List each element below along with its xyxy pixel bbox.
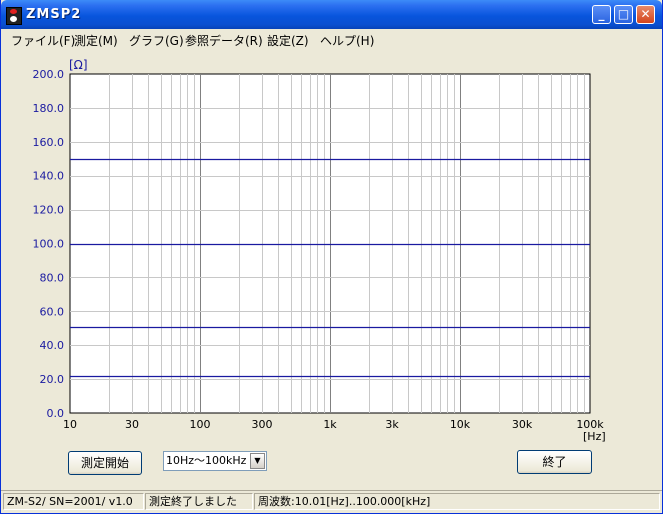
- x-tick-labels: 10 30 100 300 1k 3k 10k 30k 100k: [63, 418, 604, 431]
- x-tick-label: 10: [63, 418, 77, 431]
- x-tick-label: 1k: [323, 418, 337, 431]
- y-tick-label: 140.0: [33, 170, 65, 183]
- impedance-plot-area: 0.0 20.0 40.0 60.0 80.0 100.0 120.0 140.0 160.0 1…: [1, 49, 662, 444]
- menu-file[interactable]: ファイル(F): [11, 32, 75, 49]
- impedance-chart: 0.0 20.0 40.0 60.0 80.0 100.0 120.0 140.0 160.0 1…: [33, 58, 606, 443]
- y-tick-label: 120.0: [33, 204, 65, 217]
- close-button[interactable]: ✕: [636, 5, 655, 24]
- menu-settings[interactable]: 設定(Z): [267, 32, 309, 49]
- chevron-down-icon[interactable]: ▼: [250, 453, 265, 469]
- y-tick-label: 200.0: [33, 68, 65, 81]
- y-tick-label: 60.0: [40, 305, 65, 318]
- x-tick-label: 10k: [450, 418, 471, 431]
- controls-panel: 測定開始 10Hz～100kHz ▼ 終了: [1, 444, 662, 490]
- y-tick-label: 0.0: [47, 407, 65, 420]
- y-tick-label: 20.0: [40, 373, 65, 386]
- exit-button[interactable]: 終了: [517, 450, 592, 474]
- status-message: 測定終了しました: [145, 493, 253, 510]
- title-bar[interactable]: ZMSP2 _ □ ✕: [1, 0, 662, 29]
- x-tick-label: 30: [125, 418, 139, 431]
- y-tick-labels: 0.0 20.0 40.0 60.0 80.0 100.0 120.0 140.0 160.0 1…: [33, 68, 65, 420]
- window-title: ZMSP2: [26, 7, 82, 22]
- minimize-button[interactable]: _: [592, 5, 611, 24]
- frequency-range-select[interactable]: 10Hz～100kHz ▼: [163, 451, 267, 471]
- app-speaker-icon[interactable]: [6, 7, 22, 25]
- menu-measure[interactable]: 測定(M): [74, 32, 118, 49]
- x-tick-label: 30k: [512, 418, 533, 431]
- menu-graph[interactable]: グラフ(G): [129, 32, 184, 49]
- app-window: ZMSP2 _ □ ✕ ファイル(F) 測定(M) グラフ(G) 参照データ(R…: [0, 0, 663, 514]
- frequency-range-value: 10Hz～100kHz: [166, 454, 247, 467]
- status-frequency-range: 周波数:10.01[Hz]..100.000[kHz]: [254, 493, 660, 510]
- y-tick-label: 180.0: [33, 102, 65, 115]
- maximize-button[interactable]: □: [614, 5, 633, 24]
- start-measurement-button[interactable]: 測定開始: [68, 451, 142, 475]
- status-bar: ZM-S2/ SN=2001/ v1.0 測定終了しました 周波数:10.01[…: [1, 490, 662, 513]
- menu-bar: ファイル(F) 測定(M) グラフ(G) 参照データ(R) 設定(Z) ヘルプ(…: [1, 29, 662, 49]
- y-tick-label: 100.0: [33, 238, 65, 251]
- y-tick-label: 160.0: [33, 136, 65, 149]
- status-device: ZM-S2/ SN=2001/ v1.0: [3, 493, 144, 510]
- x-tick-label: 300: [252, 418, 273, 431]
- y-tick-label: 80.0: [40, 271, 65, 284]
- menu-reference-data[interactable]: 参照データ(R): [185, 32, 263, 49]
- x-tick-label: 3k: [385, 418, 399, 431]
- x-axis-label: [Hz]: [583, 430, 606, 443]
- y-axis-label: [Ω]: [69, 58, 88, 72]
- y-tick-label: 40.0: [40, 339, 65, 352]
- x-tick-label: 100: [190, 418, 211, 431]
- menu-help[interactable]: ヘルプ(H): [320, 32, 374, 49]
